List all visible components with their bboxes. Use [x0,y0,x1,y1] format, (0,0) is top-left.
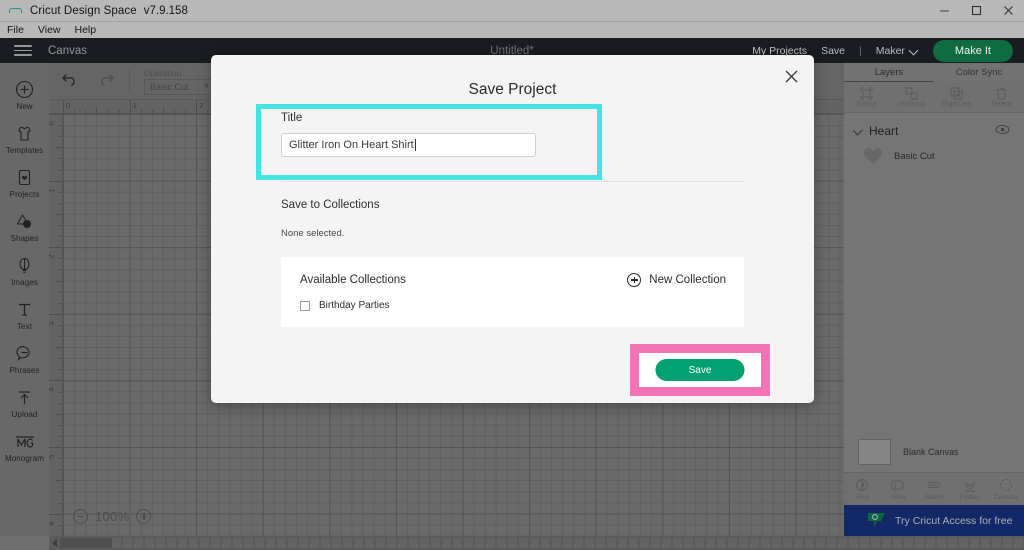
my-projects-link[interactable]: My Projects [752,45,807,57]
title-field-label: Title [281,112,303,124]
title-input-value: Glitter Iron On Heart Shirt [289,139,414,151]
text-cursor [414,139,416,151]
available-collections-label: Available Collections [300,274,406,286]
nav-right-group: My Projects Save | Maker Make It [752,39,1024,62]
plus-circle-icon [627,273,642,287]
make-it-button[interactable]: Make It [932,39,1013,62]
none-selected-text: None selected. [281,228,345,239]
collection-item-label: Birthday Parties [319,300,390,311]
new-collection-button[interactable]: New Collection [627,273,726,287]
save-link[interactable]: Save [821,45,845,57]
collection-checkbox[interactable] [300,300,310,311]
machine-label: Maker [875,44,905,57]
close-icon[interactable] [781,66,801,86]
save-project-modal: Save Project Title Glitter Iron On Heart… [211,55,814,403]
available-collections-panel: Available Collections New Collection Bir… [281,257,744,327]
nav-separator: | [859,44,862,57]
collection-item[interactable]: Birthday Parties [281,287,744,311]
collections-header: Available Collections New Collection [281,257,744,287]
save-to-collections-label: Save to Collections [281,199,380,211]
app-window: Cricut Design Space v7.9.158 File View H… [0,0,1024,550]
section-divider [281,181,744,182]
title-input[interactable]: Glitter Iron On Heart Shirt [281,133,536,157]
title-field-block: Title Glitter Iron On Heart Shirt [281,112,536,157]
modal-title: Save Project [468,81,557,98]
new-collection-label: New Collection [649,274,726,286]
machine-selector[interactable]: Maker [876,45,919,57]
chevron-down-icon [910,46,919,55]
